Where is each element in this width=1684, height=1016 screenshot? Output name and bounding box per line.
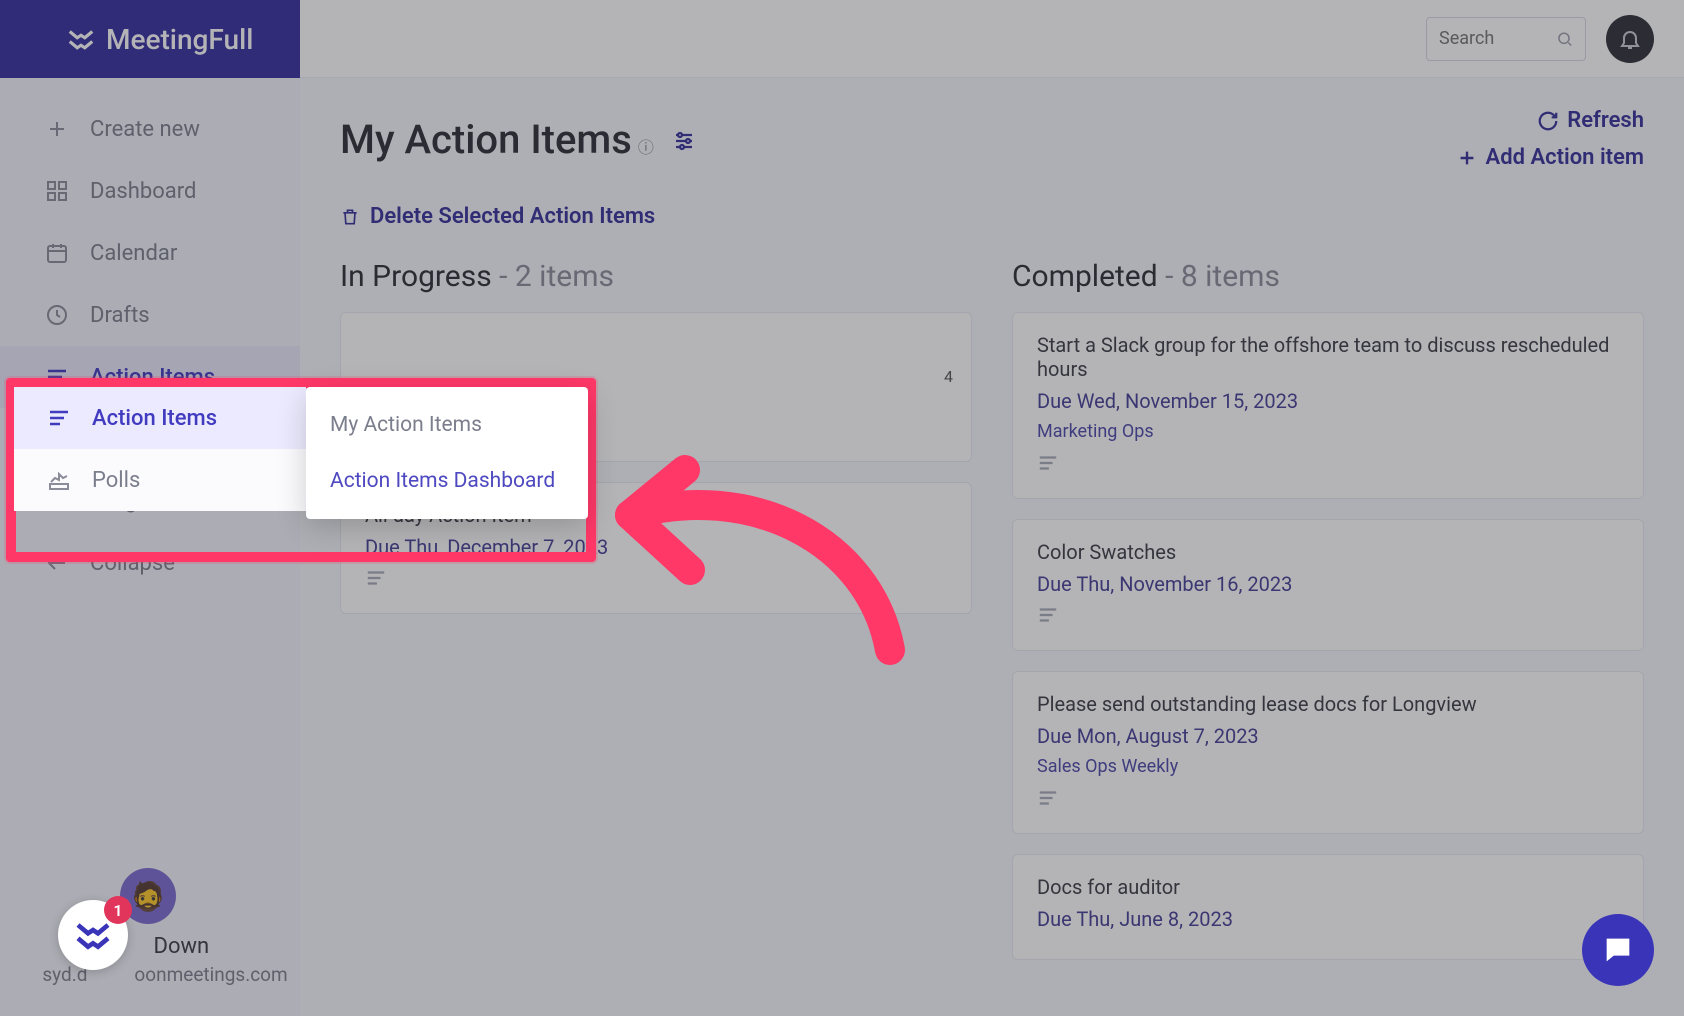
nav-dashboard[interactable]: Dashboard — [0, 160, 300, 222]
page-title: My Action Items ⓘ — [340, 116, 696, 163]
notes-icon — [1037, 787, 1619, 813]
card-tag: Marketing Ops — [1037, 421, 1619, 442]
search-input[interactable] — [1439, 28, 1556, 49]
trash-icon — [340, 207, 360, 227]
card-due-date: Due Mon, August 7, 2023 — [1037, 724, 1619, 748]
in-progress-heading: In Progress - 2 items — [340, 259, 972, 294]
nav-calendar[interactable]: Calendar — [0, 222, 300, 284]
settings-icon[interactable] — [672, 129, 696, 153]
nav-label: Action Items — [92, 406, 217, 431]
nav-action-items-bright[interactable]: Action Items — [14, 387, 306, 449]
action-items-submenu: My Action Items Action Items Dashboard — [306, 387, 588, 519]
plus-icon — [44, 116, 70, 142]
submenu-action-items-dashboard[interactable]: Action Items Dashboard — [306, 453, 588, 509]
card-due-date: Due Wed, November 15, 2023 — [1037, 389, 1619, 413]
refresh-button[interactable]: Refresh — [1537, 108, 1644, 133]
search-icon — [1556, 29, 1573, 49]
arrow-left-icon — [44, 550, 70, 576]
chat-icon — [1601, 933, 1635, 967]
notes-icon — [1037, 604, 1619, 630]
plus-icon — [1456, 147, 1478, 169]
chat-button[interactable] — [1582, 914, 1654, 986]
help-icon[interactable]: ⓘ — [638, 134, 654, 158]
lines-icon — [46, 405, 72, 431]
nav-drafts[interactable]: Drafts — [0, 284, 300, 346]
completed-heading: Completed - 8 items — [1012, 259, 1644, 294]
nav-polls-bright[interactable]: Polls — [14, 449, 306, 511]
card-due-date: Due Thu, November 16, 2023 — [1037, 572, 1619, 596]
action-item-card[interactable]: Color Swatches Due Thu, November 16, 202… — [1012, 519, 1644, 651]
nav: Create new Dashboard Calendar Drafts Act… — [0, 78, 300, 594]
nav-collapse[interactable]: Collapse — [0, 532, 300, 594]
notifications-button[interactable] — [1606, 15, 1654, 63]
search-box[interactable] — [1426, 17, 1586, 61]
card-title: Color Swatches — [1037, 540, 1619, 564]
bell-icon — [1618, 27, 1642, 51]
completed-column: Completed - 8 items Start a Slack group … — [1012, 259, 1644, 980]
notes-icon — [1037, 452, 1619, 478]
brand-name: MeetingFull — [106, 23, 253, 56]
action-item-card[interactable]: Docs for auditor Due Thu, June 8, 2023 — [1012, 854, 1644, 960]
nav-create-new[interactable]: Create new — [0, 98, 300, 160]
polls-icon — [46, 467, 72, 493]
brand-mark-icon — [73, 915, 113, 955]
card-title: Docs for auditor — [1037, 875, 1619, 899]
notes-icon — [365, 567, 947, 593]
clock-icon — [44, 302, 70, 328]
nav-label: Create new — [90, 117, 200, 142]
main: My Action Items ⓘ Refresh Add Action ite… — [300, 78, 1684, 1016]
in-progress-column: In Progress - 2 items 4 All day Action I… — [340, 259, 972, 980]
delete-selected-button[interactable]: Delete Selected Action Items — [340, 204, 1644, 229]
brand-logo-icon — [66, 24, 96, 54]
nav-bright: Action Items Polls — [14, 387, 306, 511]
notification-badge: 1 — [104, 896, 132, 924]
refresh-icon — [1537, 110, 1559, 132]
action-item-card[interactable]: Please send outstanding lease docs for L… — [1012, 671, 1644, 834]
nav-label: Polls — [92, 468, 140, 493]
card-due-date: Due Thu, December 7, 2023 — [365, 535, 947, 559]
grid-icon — [44, 178, 70, 204]
nav-label: Dashboard — [90, 179, 196, 204]
nav-label: Drafts — [90, 303, 150, 328]
topbar — [300, 0, 1684, 78]
brand: MeetingFull — [0, 0, 300, 78]
nav-label: Calendar — [90, 241, 177, 266]
user-block: 🧔 xxxDown syd.dxxxxxoonmeetings.com — [0, 848, 300, 1016]
card-tag: Sales Ops Weekly — [1037, 756, 1619, 777]
card-due-date: Due Thu, June 8, 2023 — [1037, 907, 1619, 931]
nav-label: Collapse — [90, 551, 175, 576]
user-email: syd.dxxxxxoonmeetings.com — [30, 963, 300, 986]
card-title: Start a Slack group for the offshore tea… — [1037, 333, 1619, 381]
nav-label: Action Items — [90, 365, 215, 390]
card-title: Please send outstanding lease docs for L… — [1037, 692, 1619, 716]
add-action-item-button[interactable]: Add Action item — [1456, 145, 1644, 170]
submenu-my-action-items[interactable]: My Action Items — [306, 397, 588, 453]
help-widget[interactable]: 1 — [58, 900, 128, 970]
calendar-icon — [44, 240, 70, 266]
action-item-card[interactable]: Start a Slack group for the offshore tea… — [1012, 312, 1644, 499]
